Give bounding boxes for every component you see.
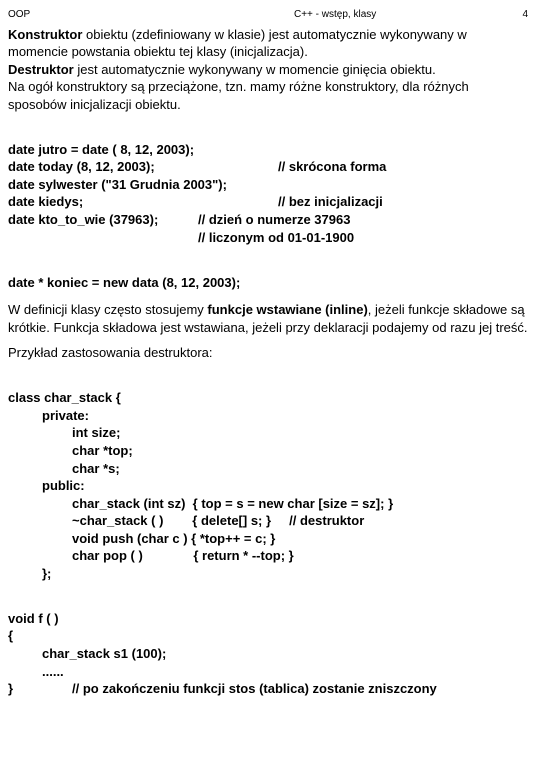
header-left: OOP bbox=[8, 8, 294, 22]
header-page: 4 bbox=[498, 8, 528, 22]
code-line: char pop ( ) { return * --top; } bbox=[8, 547, 294, 565]
code-line: date kto_to_wie (37963); bbox=[8, 211, 198, 229]
code-line: class char_stack { bbox=[8, 390, 121, 405]
paragraph-example-label: Przykład zastosowania destruktora: bbox=[8, 344, 528, 362]
code-line: { bbox=[8, 628, 13, 643]
code-line: date jutro = date ( 8, 12, 2003); bbox=[8, 142, 194, 157]
code-line: char_stack (int sz) { top = s = new char… bbox=[8, 495, 393, 513]
code-line: void push (char c ) { *top++ = c; } bbox=[8, 530, 275, 548]
code-line: int size; bbox=[8, 424, 120, 442]
code-line: date sylwester ("31 Grudnia 2003"); bbox=[8, 177, 227, 192]
code-line: void f ( ) bbox=[8, 611, 59, 626]
text: Na ogół konstruktory są przeciążone, tzn… bbox=[8, 79, 469, 112]
page-header: OOP C++ - wstęp, klasy 4 bbox=[8, 8, 528, 22]
code-block-new: date * koniec = new data (8, 12, 2003); bbox=[8, 256, 528, 291]
code-line: char_stack s1 (100); bbox=[8, 645, 166, 663]
code-line: date today (8, 12, 2003); bbox=[8, 158, 278, 176]
code-line: ...... bbox=[8, 663, 64, 681]
code-block-func: void f ( ) { char_stack s1 (100); ......… bbox=[8, 592, 528, 697]
text: W definicji klasy często stosujemy bbox=[8, 302, 207, 317]
term-konstruktor: Konstruktor bbox=[8, 27, 82, 42]
code-line: date kiedys; bbox=[8, 193, 278, 211]
code-line: date * koniec = new data (8, 12, 2003); bbox=[8, 275, 240, 290]
code-comment: // destruktor bbox=[289, 513, 364, 528]
code-line: public: bbox=[8, 477, 85, 495]
paragraph-inline: W definicji klasy często stosujemy funkc… bbox=[8, 301, 528, 336]
code-line: private: bbox=[8, 407, 89, 425]
code-line: char *s; bbox=[8, 460, 120, 478]
code-line: ~char_stack ( ) { delete[] s; } bbox=[8, 512, 271, 530]
header-mid: C++ - wstęp, klasy bbox=[294, 8, 498, 22]
term-inline: funkcje wstawiane (inline) bbox=[207, 302, 367, 317]
term-destruktor: Destruktor bbox=[8, 62, 74, 77]
code-comment: // po zakończeniu funkcji stos (tablica)… bbox=[72, 681, 437, 696]
paragraph-constructor: Konstruktor obiektu (zdefiniowany w klas… bbox=[8, 26, 528, 114]
code-comment: // skrócona forma bbox=[278, 159, 386, 174]
code-line: char *top; bbox=[8, 442, 133, 460]
code-block-class: class char_stack { private: int size; ch… bbox=[8, 372, 528, 583]
text: jest automatycznie wykonywany w momencie… bbox=[74, 62, 436, 77]
code-comment: // bez inicjalizacji bbox=[278, 194, 383, 209]
code-line: } bbox=[8, 680, 72, 698]
code-block-dates: date jutro = date ( 8, 12, 2003); date t… bbox=[8, 123, 528, 246]
code-comment: // dzień o numerze 37963 bbox=[198, 212, 350, 227]
code-comment: // liczonym od 01-01-1900 bbox=[198, 230, 354, 245]
code-line: }; bbox=[8, 565, 51, 583]
